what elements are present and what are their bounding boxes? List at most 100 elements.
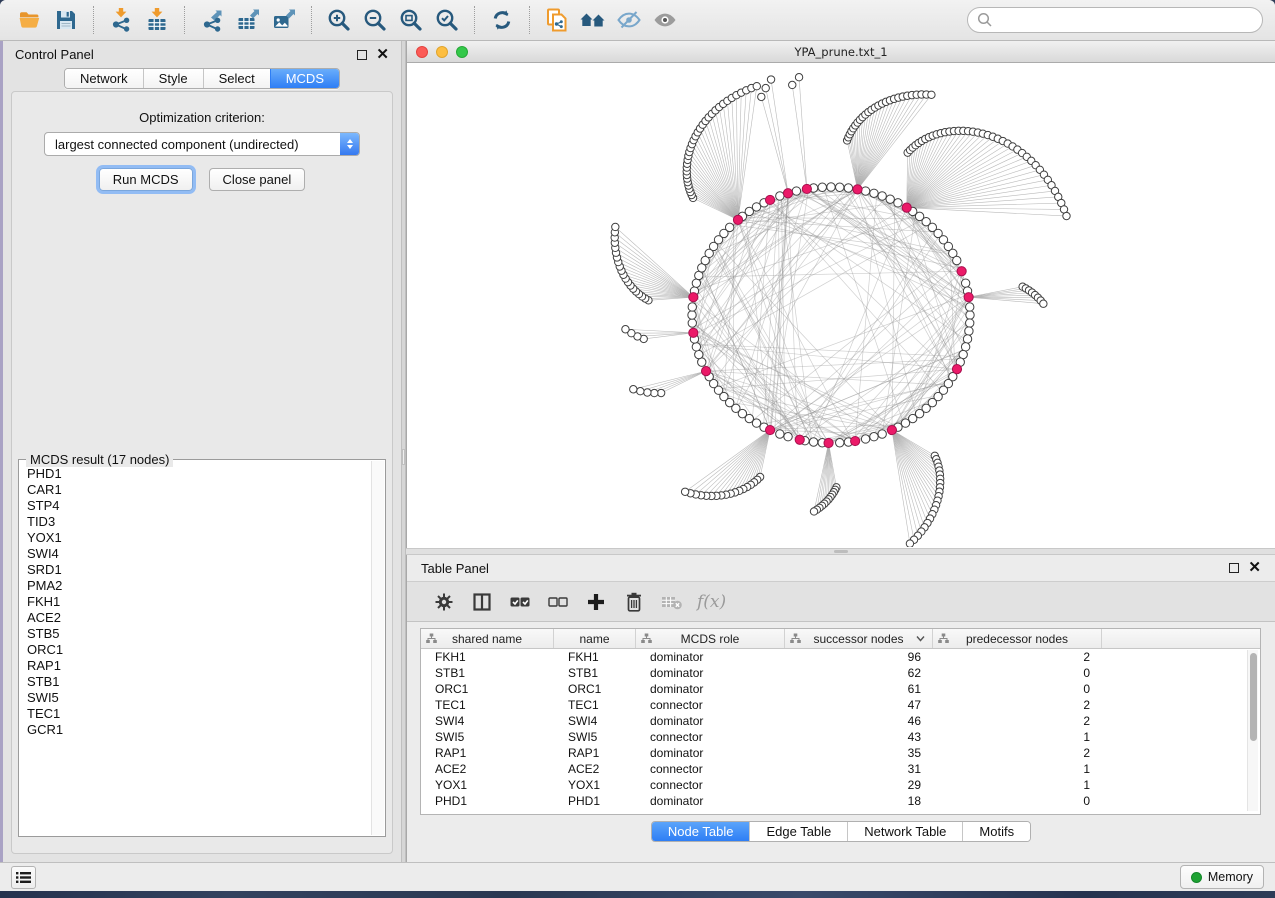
result-item[interactable]: SWI4 — [27, 546, 371, 562]
select-all-icon[interactable] — [505, 587, 535, 617]
tab-edge-table[interactable]: Edge Table — [749, 822, 847, 841]
result-item[interactable]: CAR1 — [27, 482, 371, 498]
table-row[interactable]: ACE2ACE2connector311 — [421, 761, 1260, 777]
network-window-titlebar[interactable]: YPA_prune.txt_1 — [407, 41, 1275, 63]
table-cell: 0 — [933, 665, 1102, 681]
close-panel-icon[interactable]: ✕ — [376, 50, 389, 60]
table-settings-icon[interactable] — [429, 587, 459, 617]
refresh-view-icon[interactable] — [484, 4, 520, 36]
table-cell: ACE2 — [421, 761, 554, 777]
tab-network[interactable]: Network — [65, 69, 143, 88]
import-table-icon[interactable] — [139, 4, 175, 36]
table-cell: dominator — [636, 681, 785, 697]
export-image-icon[interactable] — [266, 4, 302, 36]
zoom-selected-icon[interactable] — [429, 4, 465, 36]
tab-motifs[interactable]: Motifs — [962, 822, 1030, 841]
run-mcds-button[interactable]: Run MCDS — [99, 168, 193, 191]
table-cell: RAP1 — [421, 745, 554, 761]
result-item[interactable]: FKH1 — [27, 594, 371, 610]
deselect-all-icon[interactable] — [543, 587, 573, 617]
table-row[interactable]: SWI5SWI5connector431 — [421, 729, 1260, 745]
zoom-fit-icon[interactable] — [393, 4, 429, 36]
add-row-icon[interactable] — [581, 587, 611, 617]
table-cell: 2 — [933, 745, 1102, 761]
show-all-icon[interactable] — [647, 4, 683, 36]
table-cell: connector — [636, 697, 785, 713]
search-field[interactable] — [993, 13, 1253, 28]
vertical-splitter-grip[interactable] — [402, 449, 405, 465]
float-panel-icon[interactable] — [1229, 563, 1239, 573]
result-item[interactable]: TID3 — [27, 514, 371, 530]
table-scrollbar[interactable] — [1247, 650, 1258, 811]
tab-mcds[interactable]: MCDS — [270, 69, 339, 88]
mcds-result-list[interactable]: PHD1CAR1STP4TID3YOX1SWI4SRD1PMA2FKH1ACE2… — [20, 461, 371, 835]
column-header-name[interactable]: name — [554, 629, 636, 648]
table-scrollbar-thumb[interactable] — [1250, 653, 1257, 741]
table-cell: dominator — [636, 793, 785, 809]
result-item[interactable]: STB5 — [27, 626, 371, 642]
save-session-icon[interactable] — [48, 4, 84, 36]
horizontal-splitter[interactable] — [406, 548, 1275, 555]
result-item[interactable]: RAP1 — [27, 658, 371, 674]
memory-button[interactable]: Memory — [1180, 865, 1264, 889]
result-list-scrollbar[interactable] — [371, 461, 384, 835]
optimization-criterion-label: Optimization criterion: — [12, 110, 392, 125]
import-network-icon[interactable] — [103, 4, 139, 36]
table-row[interactable]: RAP1RAP1dominator352 — [421, 745, 1260, 761]
clone-network-icon[interactable] — [539, 4, 575, 36]
list-icon — [16, 871, 31, 884]
column-header-predecessor-nodes[interactable]: predecessor nodes — [933, 629, 1102, 648]
table-row[interactable]: YOX1YOX1connector291 — [421, 777, 1260, 793]
column-header-MCDS-role[interactable]: MCDS role — [636, 629, 785, 648]
result-item[interactable]: YOX1 — [27, 530, 371, 546]
tab-select[interactable]: Select — [203, 69, 270, 88]
table-row[interactable]: SWI4SWI4dominator462 — [421, 713, 1260, 729]
table-row[interactable]: ORC1ORC1dominator610 — [421, 681, 1260, 697]
function-builder-icon[interactable]: f(x) — [697, 592, 726, 612]
table-row[interactable]: STB1STB1dominator620 — [421, 665, 1260, 681]
zoom-out-icon[interactable] — [357, 4, 393, 36]
first-neighbors-icon[interactable] — [575, 4, 611, 36]
result-item[interactable]: ACE2 — [27, 610, 371, 626]
result-item[interactable]: PMA2 — [27, 578, 371, 594]
panel-menu-button[interactable] — [11, 866, 36, 889]
result-item[interactable]: GCR1 — [27, 722, 371, 738]
network-graph[interactable] — [407, 63, 1275, 547]
table-row[interactable]: FKH1FKH1dominator962 — [421, 649, 1260, 665]
horizontal-splitter-grip[interactable] — [834, 550, 848, 553]
table-row[interactable]: PHD1PHD1dominator180 — [421, 793, 1260, 809]
column-visibility-icon[interactable] — [467, 587, 497, 617]
tab-style[interactable]: Style — [143, 69, 203, 88]
result-item[interactable]: SWI5 — [27, 690, 371, 706]
export-table-icon[interactable] — [230, 4, 266, 36]
desktop-wallpaper — [0, 891, 1275, 898]
table-cell: SWI4 — [554, 713, 636, 729]
tab-node-table[interactable]: Node Table — [652, 822, 750, 841]
result-item[interactable]: TEC1 — [27, 706, 371, 722]
export-network-icon[interactable] — [194, 4, 230, 36]
close-panel-icon[interactable]: ✕ — [1248, 563, 1261, 573]
result-item[interactable]: SRD1 — [27, 562, 371, 578]
tab-network-table[interactable]: Network Table — [847, 822, 962, 841]
column-header-shared-name[interactable]: shared name — [421, 629, 554, 648]
table-cell: 1 — [933, 777, 1102, 793]
table-row[interactable]: TEC1TEC1connector472 — [421, 697, 1260, 713]
search-input[interactable] — [967, 7, 1263, 33]
zoom-in-icon[interactable] — [321, 4, 357, 36]
network-canvas[interactable] — [407, 63, 1275, 547]
open-file-icon[interactable] — [12, 4, 48, 36]
optimization-criterion-select[interactable]: largest connected component (undirected) — [44, 132, 360, 156]
table-cell: STB1 — [554, 665, 636, 681]
result-item[interactable]: STP4 — [27, 498, 371, 514]
close-panel-button[interactable]: Close panel — [209, 168, 306, 191]
float-panel-icon[interactable] — [357, 50, 367, 60]
result-item[interactable]: ORC1 — [27, 642, 371, 658]
result-item[interactable]: PHD1 — [27, 466, 371, 482]
result-item[interactable]: STB1 — [27, 674, 371, 690]
column-header-successor-nodes[interactable]: successor nodes — [785, 629, 933, 648]
delete-table-icon[interactable] — [657, 587, 687, 617]
table-cell: PHD1 — [554, 793, 636, 809]
hide-selected-icon[interactable] — [611, 4, 647, 36]
table-cell: RAP1 — [554, 745, 636, 761]
delete-row-icon[interactable] — [619, 587, 649, 617]
